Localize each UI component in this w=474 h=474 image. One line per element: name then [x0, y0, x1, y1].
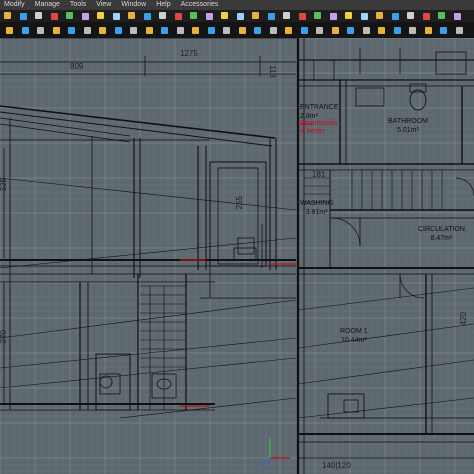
window-icon[interactable]	[236, 13, 244, 20]
pen-icon[interactable]	[97, 12, 104, 19]
dimension-label: 181	[312, 170, 326, 179]
toolbar-top	[0, 10, 474, 22]
label-icon[interactable]	[376, 12, 383, 19]
slab-icon[interactable]	[285, 27, 292, 34]
room-area: 5.01m²	[397, 127, 419, 134]
measure-icon[interactable]	[161, 27, 168, 34]
measure-icon[interactable]	[159, 12, 166, 19]
column-icon[interactable]	[298, 13, 306, 20]
zoom-icon[interactable]	[128, 12, 135, 19]
menu-item-modify[interactable]: Modify	[4, 0, 25, 10]
menu-bar: Modify Manage Tools View Window Help Acc…	[0, 0, 474, 10]
room-name: WASHING	[300, 200, 334, 207]
room-name: ENTRANCE	[300, 104, 339, 111]
room-label-entrance[interactable]: ENTRANCE	[300, 104, 339, 111]
room-label-circulation[interactable]: CIRCULATION 8.47m²	[418, 226, 465, 242]
dimension-label: 420	[459, 312, 468, 326]
annotation-text[interactable]: Smartstudio	[300, 120, 337, 127]
camera-icon[interactable]	[422, 13, 430, 20]
room-label-bathroom[interactable]: BATHROOM 5.01m²	[388, 118, 428, 134]
dimension-label: 140|120	[322, 461, 351, 470]
pan-icon[interactable]	[145, 27, 153, 34]
floor-plan-drawing[interactable]	[0, 38, 474, 474]
label-icon[interactable]	[378, 27, 385, 34]
dimension-label: 809	[70, 62, 84, 71]
cursor-icon[interactable]	[37, 27, 44, 34]
elevation-icon[interactable]	[407, 12, 414, 19]
beam-icon[interactable]	[316, 27, 323, 34]
room-area: 8.47m²	[430, 235, 453, 242]
camera-icon[interactable]	[424, 27, 432, 34]
render-icon[interactable]	[440, 27, 447, 34]
door-icon[interactable]	[221, 12, 228, 19]
wall-icon[interactable]	[207, 27, 215, 34]
grid-icon[interactable]	[66, 12, 73, 19]
menu-item-tools[interactable]: Tools	[70, 0, 86, 10]
layer-icon[interactable]	[81, 13, 89, 20]
eraser-icon[interactable]	[112, 13, 120, 20]
settings-icon[interactable]	[455, 27, 463, 34]
object-icon[interactable]	[329, 13, 337, 20]
beam-icon[interactable]	[314, 12, 321, 19]
dimension-label: 325	[0, 178, 8, 192]
roof-icon[interactable]	[267, 13, 275, 20]
section-icon[interactable]	[393, 27, 401, 34]
dimension-label: 113	[268, 65, 277, 78]
settings-icon[interactable]	[453, 13, 461, 20]
zone-icon[interactable]	[360, 13, 368, 20]
room-name: ROOM 1	[340, 328, 368, 335]
column-icon[interactable]	[300, 27, 308, 34]
wall-icon[interactable]	[205, 13, 213, 20]
zone-icon[interactable]	[362, 27, 370, 34]
door-icon[interactable]	[223, 27, 230, 34]
grid-icon[interactable]	[68, 27, 75, 34]
drawing-viewport[interactable]: 809 1275 113 325 255 270 181 420 140|120…	[0, 38, 474, 474]
dim-icon[interactable]	[192, 27, 199, 34]
slab-icon[interactable]	[283, 12, 290, 19]
section-icon[interactable]	[391, 13, 399, 20]
select-icon[interactable]	[6, 27, 13, 34]
dimension-label: 270	[0, 330, 8, 344]
link-icon[interactable]	[19, 13, 27, 20]
menu-item-accessories[interactable]: Accessories	[181, 0, 219, 10]
roof-icon[interactable]	[269, 27, 277, 34]
menu-item-help[interactable]: Help	[156, 0, 170, 10]
dimension-label: 255	[235, 196, 244, 210]
canvas-background	[0, 38, 474, 474]
layer-icon[interactable]	[83, 27, 91, 34]
room-area: 3.81m²	[305, 209, 328, 216]
room-area: 2.8m²	[300, 113, 318, 120]
room-area: 10.44m²	[340, 337, 367, 344]
zoom-icon[interactable]	[130, 27, 137, 34]
select-icon[interactable]	[4, 12, 11, 19]
text-icon[interactable]	[174, 13, 182, 20]
dimension-label: 1275	[180, 49, 198, 58]
stair-icon[interactable]	[254, 27, 261, 34]
stair-icon[interactable]	[252, 12, 259, 19]
pan-icon[interactable]	[143, 13, 151, 20]
pen-icon[interactable]	[99, 27, 106, 34]
snap-icon[interactable]	[52, 27, 60, 34]
menu-item-view[interactable]: View	[96, 0, 111, 10]
room-name: BATHROOM	[388, 118, 428, 125]
menu-item-window[interactable]: Window	[121, 0, 146, 10]
link-icon[interactable]	[21, 27, 29, 34]
room-name: CIRCULATION	[418, 226, 465, 233]
menu-item-manage[interactable]: Manage	[35, 0, 60, 10]
elevation-icon[interactable]	[409, 27, 416, 34]
lamp-icon[interactable]	[345, 12, 352, 19]
render-icon[interactable]	[438, 12, 445, 19]
eraser-icon[interactable]	[114, 27, 122, 34]
cursor-icon[interactable]	[35, 12, 42, 19]
room-label-room1[interactable]: ROOM 1 10.44m²	[340, 328, 368, 344]
lamp-icon[interactable]	[347, 27, 354, 34]
toolbar-tools	[0, 22, 474, 38]
object-icon[interactable]	[331, 27, 339, 34]
snap-icon[interactable]	[50, 13, 58, 20]
dim-icon[interactable]	[190, 12, 197, 19]
annotation-text[interactable]: is better	[300, 128, 325, 135]
room-label-washing[interactable]: WASHING 3.81m²	[300, 200, 333, 216]
text-icon[interactable]	[176, 27, 184, 34]
window-icon[interactable]	[238, 27, 246, 34]
